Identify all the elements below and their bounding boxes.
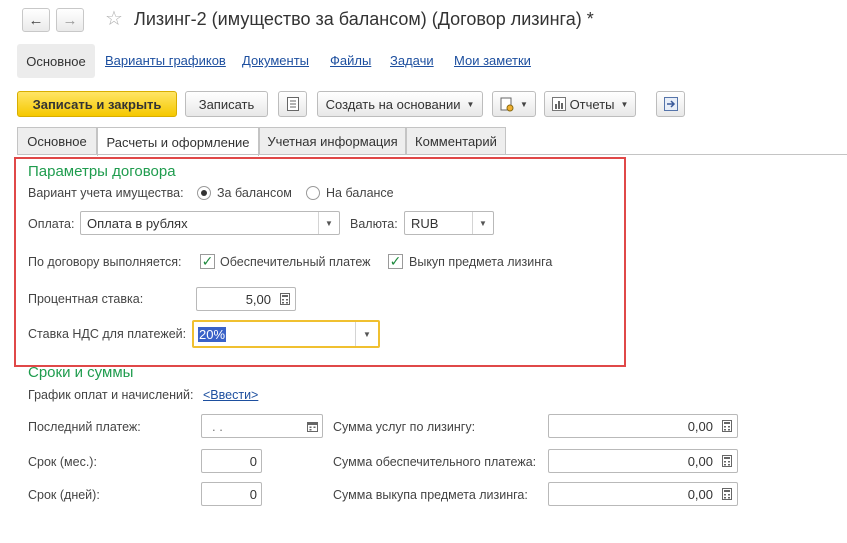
radio-off-balance-label[interactable]: За балансом	[217, 186, 292, 200]
radio-on-balance[interactable]	[306, 186, 320, 200]
security-payment-checkbox[interactable]: ✓	[200, 254, 215, 269]
list-button[interactable]	[278, 91, 307, 117]
section-link-files[interactable]: Файлы	[330, 53, 371, 68]
tab-calculations[interactable]: Расчеты и оформление	[97, 127, 259, 156]
currency-value: RUB	[411, 216, 439, 231]
contract-group-title: Параметры договора	[28, 163, 176, 180]
payment-select[interactable]: Оплата в рублях ▼	[80, 211, 340, 235]
buyout-checkbox[interactable]: ✓	[388, 254, 403, 269]
currency-select[interactable]: RUB ▼	[404, 211, 494, 235]
interest-rate-label: Процентная ставка:	[28, 292, 144, 306]
chevron-down-icon[interactable]: ▼	[355, 322, 378, 346]
export-icon	[663, 97, 678, 111]
services-sum-input[interactable]: 0,00	[548, 414, 738, 438]
arrow-left-icon: ←	[28, 11, 44, 29]
terms-group-title: Сроки и суммы	[28, 364, 134, 381]
interest-rate-value: 5,00	[245, 292, 271, 307]
term-months-input[interactable]: 0	[201, 449, 262, 473]
accounting-variant-label: Вариант учета имущества:	[28, 186, 184, 200]
chevron-down-icon[interactable]: ▼	[318, 212, 339, 234]
create-based-on-label: Создать на основании	[325, 96, 461, 112]
list-icon	[286, 97, 299, 111]
section-link-tasks[interactable]: Задачи	[390, 53, 434, 68]
window-title: Лизинг-2 (имущество за балансом) (Догово…	[134, 9, 594, 29]
last-payment-value: . .	[212, 419, 223, 434]
export-button[interactable]	[656, 91, 685, 117]
services-sum-label: Сумма услуг по лизингу:	[333, 420, 476, 434]
tab-divider	[17, 154, 847, 155]
calculator-icon[interactable]	[717, 415, 737, 437]
reports-button[interactable]: Отчеты ▼	[544, 91, 636, 117]
term-months-value: 0	[249, 454, 257, 469]
create-based-on-button[interactable]: Создать на основании ▼	[317, 91, 483, 117]
vat-rate-value: 20%	[198, 327, 227, 342]
chevron-down-icon[interactable]: ▼	[472, 212, 493, 234]
print-menu-button[interactable]: ▼	[492, 91, 536, 117]
section-link-notes[interactable]: Мои заметки	[454, 53, 531, 68]
calculator-icon[interactable]	[717, 483, 737, 505]
reports-label: Отчеты	[569, 96, 615, 112]
forward-button[interactable]: →	[56, 8, 84, 32]
currency-label: Валюта:	[350, 217, 398, 231]
tab-accounting[interactable]: Учетная информация	[259, 127, 406, 154]
payment-value: Оплата в рублях	[87, 216, 188, 231]
schedule-enter-link[interactable]: <Ввести>	[203, 388, 258, 402]
vat-rate-label: Ставка НДС для платежей:	[28, 327, 187, 341]
calendar-icon[interactable]	[302, 415, 322, 437]
term-days-label: Срок (дней):	[28, 488, 100, 502]
chevron-down-icon: ▼	[520, 99, 528, 109]
last-payment-label: Последний платеж:	[28, 420, 141, 434]
term-days-value: 0	[249, 487, 257, 502]
security-sum-input[interactable]: 0,00	[548, 449, 738, 473]
security-sum-value: 0,00	[687, 454, 713, 469]
document-settings-icon	[500, 97, 514, 111]
payment-label: Оплата:	[28, 217, 75, 231]
security-sum-label: Сумма обеспечительного платежа:	[333, 455, 537, 469]
section-main[interactable]: Основное	[17, 44, 95, 78]
radio-off-balance[interactable]	[197, 186, 211, 200]
term-months-label: Срок (мес.):	[28, 455, 97, 469]
buyout-sum-input[interactable]: 0,00	[548, 482, 738, 506]
buyout-sum-label: Сумма выкупа предмета лизинга:	[333, 488, 528, 502]
calculator-icon[interactable]	[717, 450, 737, 472]
vat-rate-select[interactable]: 20% ▼	[192, 320, 380, 348]
section-link-documents[interactable]: Документы	[242, 53, 309, 68]
chevron-down-icon: ▼	[466, 99, 475, 109]
interest-rate-input[interactable]: 5,00	[196, 287, 296, 311]
star-icon[interactable]: ☆	[105, 7, 123, 31]
performed-label: По договору выполняется:	[28, 255, 182, 269]
save-and-close-button[interactable]: Записать и закрыть	[17, 91, 177, 117]
reports-icon	[551, 97, 566, 111]
services-sum-value: 0,00	[687, 419, 713, 434]
calculator-icon[interactable]	[275, 288, 295, 310]
arrow-right-icon: →	[62, 11, 78, 29]
back-button[interactable]: ←	[22, 8, 50, 32]
buyout-sum-value: 0,00	[687, 487, 713, 502]
radio-on-balance-label[interactable]: На балансе	[326, 186, 394, 200]
tab-main[interactable]: Основное	[17, 127, 97, 154]
save-button[interactable]: Записать	[185, 91, 268, 117]
last-payment-date-input[interactable]: . .	[201, 414, 323, 438]
buyout-label[interactable]: Выкуп предмета лизинга	[409, 255, 552, 269]
term-days-input[interactable]: 0	[201, 482, 262, 506]
chevron-down-icon: ▼	[620, 99, 629, 109]
tab-comment[interactable]: Комментарий	[406, 127, 506, 154]
schedule-label: График оплат и начислений:	[28, 388, 194, 402]
section-link-schedules[interactable]: Варианты графиков	[105, 53, 226, 68]
security-payment-label[interactable]: Обеспечительный платеж	[220, 255, 371, 269]
